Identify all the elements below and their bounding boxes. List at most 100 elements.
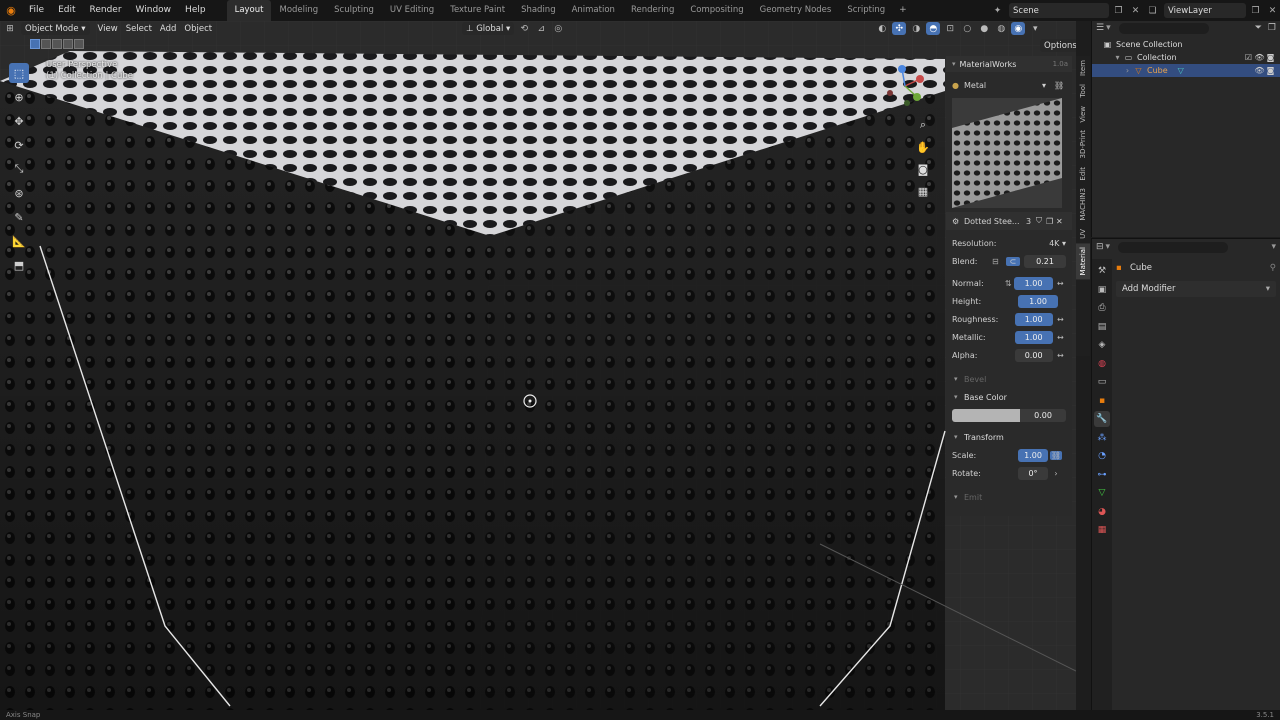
select-invert-icon[interactable] [63,39,73,49]
tab-uv-editing[interactable]: UV Editing [382,0,442,21]
normal-field[interactable]: 1.00 [1014,276,1053,290]
orientation-dropdown[interactable]: ⊥ Global ▾ [462,22,515,35]
render-tab-icon[interactable]: ▣ [1094,282,1110,298]
roughness-field[interactable]: 1.00 [1014,312,1053,326]
editor-type-icon[interactable]: ⊞ [3,22,17,35]
shading-wireframe-icon[interactable]: ○ [960,22,974,35]
mesh-data-icon[interactable]: ▽ [1178,66,1184,75]
3d-viewport[interactable]: ⊞ Object Mode ▾ View Select Add Object ⊥ Gl… [0,21,1076,710]
menu-file[interactable]: File [22,0,51,21]
properties-options-icon[interactable]: ▾ [1271,242,1276,252]
texture-copy-icon[interactable]: ❐ [1046,217,1056,226]
material-tab-icon[interactable]: ◕ [1094,504,1110,520]
rotate-field[interactable]: 0° [1018,466,1048,480]
filter-icon[interactable]: ⏷ [1255,23,1262,33]
object-tab-icon[interactable]: ▪ [1094,393,1110,409]
rotate-arrow-icon[interactable]: › [1050,469,1062,478]
properties-editor-icon[interactable]: ⊟ [1096,242,1104,252]
material-dropdown-icon[interactable]: ▾ [1042,81,1054,90]
select-extend-icon[interactable] [41,39,51,49]
outliner-row-collection[interactable]: ▾ ▭ Collection ☑ 👁 ◙ [1092,51,1280,64]
outliner-display-icon[interactable]: ▾ [1106,23,1111,33]
tool-tab-icon[interactable]: ⚒ [1094,263,1110,279]
snap-icon[interactable]: ⊿ [534,22,548,35]
add-workspace-icon[interactable]: + [893,0,913,21]
cursor-icon[interactable]: ⊕ [9,87,29,107]
sidebar-tab-3d-print[interactable]: 3D-Print [1076,126,1090,162]
visibility-eye-icon[interactable]: 👁 [1254,53,1265,62]
menu-help[interactable]: Help [178,0,213,21]
blender-logo-icon[interactable]: ◉ [0,0,22,21]
add-cube-icon[interactable]: ⬒ [9,255,29,275]
tab-texture-paint[interactable]: Texture Paint [442,0,513,21]
transform-icon[interactable]: ⊛ [9,183,29,203]
resolution-dropdown[interactable]: 4K ▾ [1049,239,1066,248]
menu-edit[interactable]: Edit [51,0,82,21]
tab-modeling[interactable]: Modeling [271,0,326,21]
outliner-editor-icon[interactable]: ☰ [1096,23,1104,33]
viewport-menu-view[interactable]: View [98,24,118,34]
pan-hand-icon[interactable]: ✋ [915,139,931,155]
tab-geometry-nodes[interactable]: Geometry Nodes [752,0,840,21]
annotate-icon[interactable]: ✎ [9,207,29,227]
normal-settings-icon[interactable]: ⇅ [1005,279,1015,288]
properties-search-input[interactable] [1118,241,1229,253]
physics-tab-icon[interactable]: ◔ [1094,448,1110,464]
viewlayer-close-icon[interactable]: ✕ [1265,3,1280,18]
view-layer-tab-icon[interactable]: ▤ [1094,319,1110,335]
constraints-tab-icon[interactable]: ⊶ [1094,467,1110,483]
exclude-checkbox-icon[interactable]: ☑ [1243,53,1254,62]
viewlayer-selector[interactable]: ViewLayer [1164,3,1246,18]
collection-tab-icon[interactable]: ▭ [1094,374,1110,390]
viewport-menu-object[interactable]: Object [184,24,212,34]
select-box-icon[interactable]: ⬚ [9,63,29,83]
select-subtract-icon[interactable] [52,39,62,49]
blend-mode-icon[interactable]: ⊟ [992,257,1006,266]
scene-close-icon[interactable]: ✕ [1128,3,1143,18]
blend-field[interactable]: 0.21 [1024,254,1066,268]
pivot-icon[interactable]: ⟲ [517,22,531,35]
xray-icon[interactable]: ⊡ [943,22,957,35]
metallic-field[interactable]: 1.00 [1014,330,1053,344]
render-camera-icon[interactable]: ◙ [1265,66,1276,75]
height-field[interactable]: 1.00 [1018,294,1058,308]
visibility-eye-icon[interactable]: 👁 [1254,66,1265,75]
collapse-chevron-icon[interactable]: ▾ [952,60,956,68]
pin-icon[interactable]: ⚲ [1270,263,1276,273]
render-camera-icon[interactable]: ◙ [1265,53,1276,62]
tab-sculpting[interactable]: Sculpting [326,0,382,21]
alpha-field[interactable]: 0.00 [1014,348,1053,362]
base-color-field[interactable]: 0.00 [1020,408,1066,422]
particles-tab-icon[interactable]: ⁂ [1094,430,1110,446]
bevel-section[interactable]: ▾ Bevel [946,370,1072,388]
sidebar-tab-item[interactable]: Item [1076,56,1090,80]
scale-icon[interactable]: ⤡ [9,159,29,179]
tab-layout[interactable]: Layout [226,0,272,21]
world-tab-icon[interactable]: ◍ [1094,356,1110,372]
navigation-gizmo[interactable] [880,61,930,111]
expand-icon[interactable]: ▾ [1112,53,1123,62]
outliner-row-scene-collection[interactable]: ▣ Scene Collection [1092,38,1280,51]
sidebar-tab-view[interactable]: View [1076,102,1090,127]
overlay-toggle-icon[interactable]: ◓ [926,22,941,35]
materialworks-header[interactable]: ▾ MaterialWorks 1.0a [946,56,1072,72]
new-collection-icon[interactable]: ❐ [1268,23,1276,33]
shading-material-icon[interactable]: ◍ [994,22,1008,35]
mode-dropdown[interactable]: Object Mode ▾ [21,22,90,35]
camera-icon[interactable]: ◙ [915,161,931,177]
data-tab-icon[interactable]: ▽ [1094,485,1110,501]
select-intersect-icon[interactable] [74,39,84,49]
shading-solid-icon[interactable]: ● [977,22,991,35]
sidebar-tab-edit[interactable]: Edit [1076,163,1090,185]
normal-invert-icon[interactable]: ↔ [1055,279,1066,288]
shading-rendered-icon[interactable]: ◉ [1011,22,1026,35]
shading-options-icon[interactable]: ▾ [1028,22,1042,35]
material-link-icon[interactable]: ⛓ [1054,81,1066,90]
outliner-search-input[interactable] [1118,22,1209,34]
base-color-section[interactable]: ▾ Base Color [946,388,1072,406]
add-modifier-button[interactable]: Add Modifier ▾ [1116,281,1276,297]
texture-name[interactable]: Dotted Stee... [964,217,1026,226]
sidebar-tab-material[interactable]: Material [1076,242,1090,280]
outliner-row-cube[interactable]: › ▽ Cube ▽ 👁 ◙ [1092,64,1280,77]
material-preview[interactable] [952,98,1062,208]
